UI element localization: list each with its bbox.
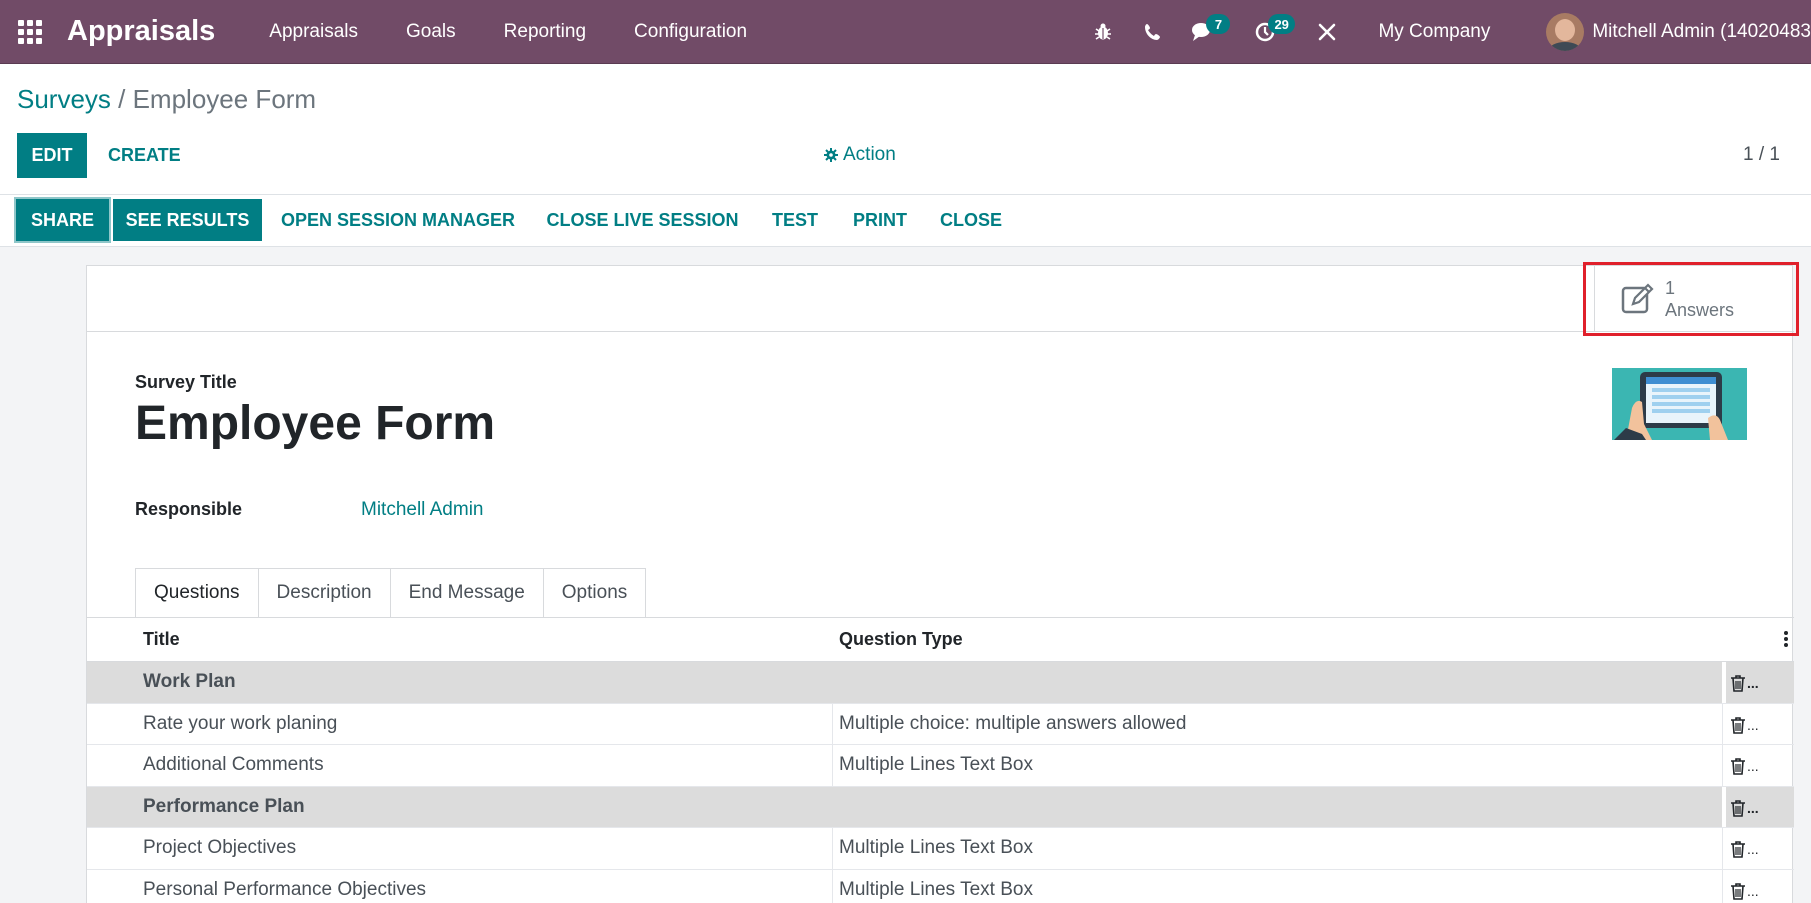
test-button[interactable]: TEST [762,199,828,241]
table-row[interactable]: Rate your work planing Multiple choice: … [87,703,1794,745]
breadcrumb-current: Employee Form [132,84,317,114]
column-options-icon[interactable] [1784,631,1788,649]
tab-end-message[interactable]: End Message [390,568,544,618]
company-switcher[interactable]: My Company [1378,21,1490,43]
button-box: 1 Answers [87,262,1799,336]
activities-badge: 29 [1268,14,1295,34]
menu-goals[interactable]: Goals [406,21,456,43]
responsible-label: Responsible [135,499,243,519]
gear-icon [824,148,838,162]
breadcrumb-separator: / [110,84,133,114]
trash-icon[interactable]: ... [1730,840,1759,858]
app-title[interactable]: Appraisals [67,15,215,48]
see-results-button[interactable]: SEE RESULTS [113,199,262,241]
close-button[interactable]: CLOSE [933,199,1009,241]
menu-reporting[interactable]: Reporting [504,21,586,43]
survey-image[interactable] [1612,368,1747,440]
trash-icon[interactable]: ... [1730,757,1759,775]
column-question-type[interactable]: Question Type [839,629,963,650]
highlight-box [1583,262,1799,336]
row-title: Additional Comments [143,754,324,776]
table-row[interactable]: Project Objectives Multiple Lines Text B… [87,828,1794,870]
pager-value[interactable]: 1 / 1 [1743,144,1780,166]
row-title: Performance Plan [143,795,305,817]
user-menu[interactable]: Mitchell Admin (14020483 [1592,21,1811,43]
edit-button[interactable]: EDIT [17,133,87,178]
close-live-session-button[interactable]: CLOSE LIVE SESSION [538,199,747,241]
bug-icon[interactable] [1086,15,1120,49]
column-title[interactable]: Title [143,629,180,650]
trash-icon[interactable]: ... [1730,674,1759,692]
open-session-manager-button[interactable]: OPEN SESSION MANAGER [272,199,524,241]
messages-icon[interactable]: 7 [1186,14,1231,49]
table-header: Title Question Type [87,618,1794,662]
table-row[interactable]: Additional Comments Multiple Lines Text … [87,745,1794,787]
row-type: Multiple Lines Text Box [839,878,1033,900]
user-avatar[interactable] [1546,13,1585,51]
control-panel: Surveys / Employee Form EDIT CREATE Acti… [0,64,1811,195]
responsible-field[interactable]: Mitchell Admin [361,499,484,521]
tab-description[interactable]: Description [258,568,391,618]
share-button[interactable]: SHARE [14,197,111,243]
action-dropdown[interactable]: Action [824,144,896,166]
questions-table: Title Question Type Work Plan ... Rate y… [87,618,1794,903]
messages-badge: 7 [1206,14,1231,34]
top-navbar: Appraisals Appraisals Goals Reporting Co… [0,0,1811,64]
answers-stat-button[interactable]: 1 Answers [1583,262,1799,336]
trash-icon[interactable]: ... [1730,799,1759,817]
statusbar: SHARE SEE RESULTS OPEN SESSION MANAGER C… [0,195,1811,247]
menu-configuration[interactable]: Configuration [634,21,747,43]
form-sheet: 1 Answers Survey Title Employee Form Res… [86,262,1799,903]
row-title: Work Plan [143,671,236,693]
menu-appraisals[interactable]: Appraisals [269,21,358,43]
trash-icon[interactable]: ... [1730,716,1759,734]
phone-icon[interactable] [1136,15,1170,49]
table-row[interactable]: Personal Performance Objectives Multiple… [87,869,1794,903]
row-type: Multiple choice: multiple answers allowe… [839,712,1187,734]
breadcrumb-surveys-link[interactable]: Surveys [17,84,111,114]
survey-title: Employee Form [135,397,496,450]
table-row[interactable]: Work Plan ... [87,662,1794,704]
action-label: Action [843,144,896,165]
breadcrumb: Surveys / Employee Form [17,84,316,115]
print-button[interactable]: PRINT [842,199,918,241]
create-button[interactable]: CREATE [108,133,181,178]
row-type: Multiple Lines Text Box [839,837,1033,859]
row-title: Personal Performance Objectives [143,878,427,900]
activities-icon[interactable]: 29 [1248,14,1295,49]
table-row[interactable]: Performance Plan ... [87,786,1794,828]
trash-icon[interactable]: ... [1730,882,1759,900]
row-type: Multiple Lines Text Box [839,754,1033,776]
tab-options[interactable]: Options [543,568,647,618]
survey-title-label: Survey Title [135,372,237,392]
row-title: Rate your work planing [143,712,338,734]
tools-icon[interactable] [1310,15,1344,49]
apps-menu-icon[interactable] [15,17,45,47]
tab-questions[interactable]: Questions [135,568,259,618]
notebook-tabs: Questions Description End Message Option… [135,568,647,618]
row-title: Project Objectives [143,837,297,859]
